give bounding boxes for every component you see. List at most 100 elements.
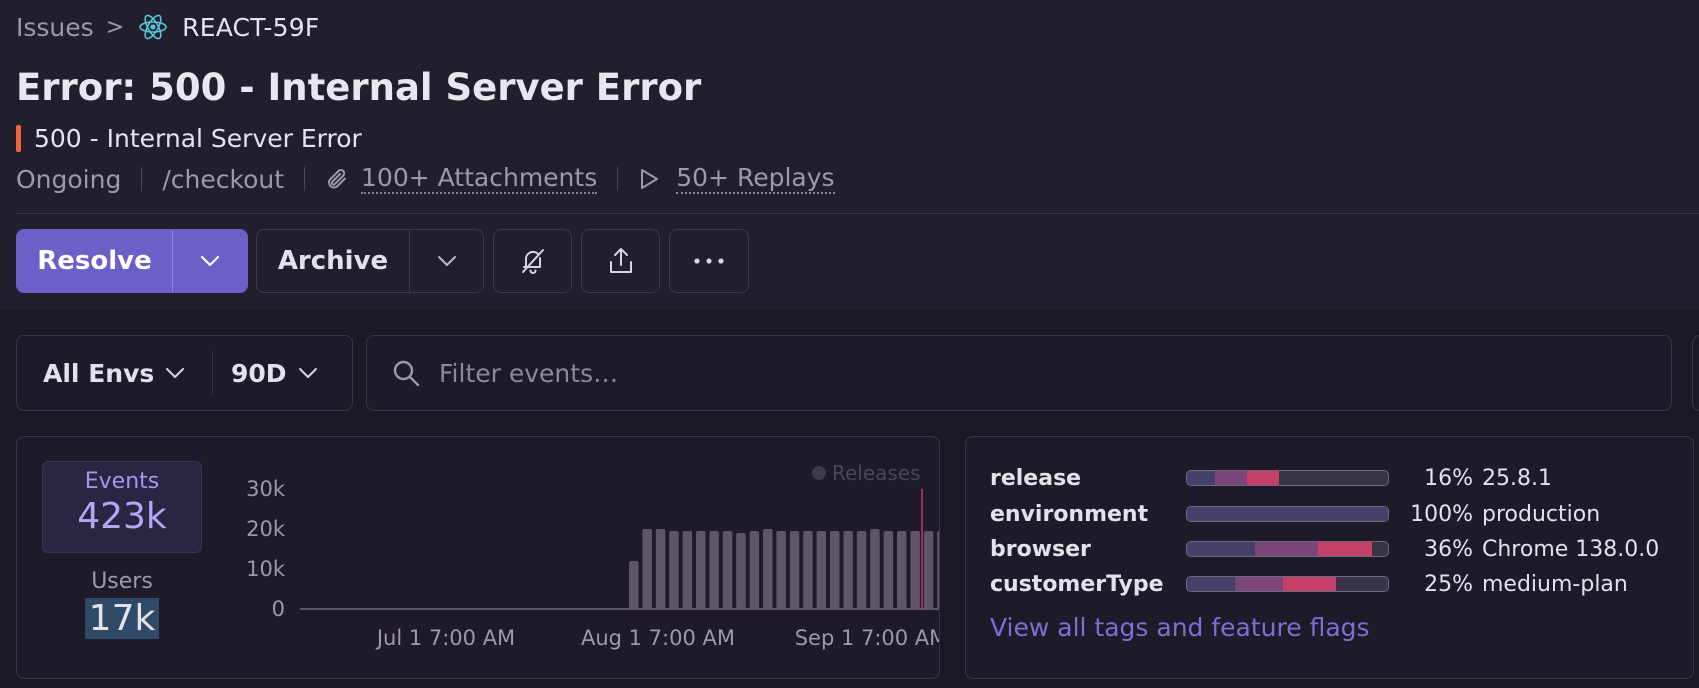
tags-summary-card: release 16% 25.8.1 environment 100% productio…	[965, 436, 1694, 679]
tag-row-browser[interactable]: browser 36% Chrome 138.0.0	[990, 534, 1659, 564]
search-input[interactable]	[439, 358, 1539, 388]
tag-name: environment	[990, 501, 1149, 527]
period-label: 90D	[231, 358, 287, 388]
issue-message: 500 - Internal Server Error	[16, 121, 362, 155]
chart-bar	[749, 531, 760, 609]
breadcrumb: Issues > REACT-59F	[16, 10, 319, 44]
chevron-down-icon	[200, 255, 220, 267]
chart-bar	[696, 531, 706, 609]
chart-bar	[923, 531, 934, 609]
tag-row-release[interactable]: release 16% 25.8.1	[990, 463, 1552, 493]
chart-bar	[803, 531, 813, 609]
y-tick-label: 0	[272, 597, 285, 621]
period-dropdown[interactable]: 90D	[213, 336, 319, 410]
issue-message-text: 500 - Internal Server Error	[34, 123, 362, 153]
y-tick-label: 30k	[246, 477, 286, 501]
replays-link[interactable]: 50+ Replays	[676, 164, 835, 194]
share-icon	[609, 248, 632, 273]
issue-meta: Ongoing /checkout 100+ Attachments 50+ R…	[16, 161, 835, 197]
view-all-tags-link[interactable]: View all tags and feature flags	[990, 613, 1370, 642]
meta-divider	[141, 167, 143, 191]
chart-bar	[655, 529, 666, 609]
chevron-down-icon	[166, 368, 185, 378]
breadcrumb-issues-link[interactable]: Issues	[16, 13, 94, 42]
chart-bar	[776, 531, 786, 609]
tag-top-value: medium-plan	[1482, 571, 1628, 597]
chart-bar	[937, 531, 939, 609]
x-tick-label: Jul 1 7:00 AM	[375, 626, 515, 650]
chart-bar	[682, 531, 693, 609]
search-icon	[391, 358, 421, 388]
paperclip-icon	[325, 167, 349, 191]
resolve-button[interactable]: Resolve	[17, 230, 173, 292]
releases-legend-dot	[812, 466, 826, 480]
tag-distribution-bar[interactable]	[1186, 541, 1389, 557]
tag-bar-segment	[1283, 577, 1336, 591]
archive-button[interactable]: Archive	[257, 230, 410, 292]
tag-name: customerType	[990, 571, 1164, 597]
tag-top-value: Chrome 138.0.0	[1482, 536, 1660, 562]
tag-bar-segment	[1255, 542, 1318, 556]
y-tick-label: 10k	[246, 557, 286, 581]
environment-period-selector: All Envs 90D	[16, 335, 353, 411]
tag-distribution-bar[interactable]	[1186, 470, 1389, 486]
chart-bar	[722, 531, 733, 609]
x-tick-label: Aug 1 7:00 AM	[581, 626, 735, 650]
header-divider	[16, 213, 1699, 214]
resolve-button-group: Resolve	[16, 229, 248, 293]
tag-distribution-bar[interactable]	[1186, 506, 1389, 522]
status-label: Ongoing	[16, 164, 122, 194]
attachments-link[interactable]: 100+ Attachments	[361, 164, 598, 194]
tag-row-customerType[interactable]: customerType 25% medium-plan	[990, 569, 1628, 599]
tag-bar-segment	[1187, 542, 1256, 556]
breadcrumb-issue-id[interactable]: REACT-59F	[182, 13, 319, 42]
chart-bar	[763, 529, 773, 609]
mute-button[interactable]	[493, 229, 572, 293]
x-tick-label: Sep 1 7:00 AM	[795, 626, 940, 650]
environment-dropdown[interactable]: All Envs	[17, 351, 213, 395]
tag-percentage: 16%	[1424, 465, 1473, 491]
tag-bar-segment	[1187, 471, 1216, 485]
tag-percentage: 25%	[1424, 571, 1473, 597]
chevron-down-icon	[437, 256, 456, 266]
tag-name: browser	[990, 536, 1091, 562]
chart-bar	[870, 529, 880, 609]
tag-bar-segment	[1215, 471, 1248, 485]
chart-bar	[669, 531, 679, 609]
environment-label: All Envs	[43, 358, 155, 388]
resolve-options-dropdown[interactable]	[173, 230, 247, 292]
tag-row-environment[interactable]: environment 100% production	[990, 499, 1600, 529]
chart-bar	[789, 531, 800, 609]
tag-percentage: 36%	[1424, 536, 1473, 562]
tag-bar-segment	[1187, 577, 1236, 591]
issue-header: Issues > REACT-59F Error: 500 - Internal…	[0, 0, 1699, 310]
tag-percentage: 100%	[1410, 501, 1473, 527]
y-tick-label: 20k	[246, 517, 286, 541]
chart-bar	[642, 529, 652, 609]
chart-bar	[830, 531, 840, 609]
chevron-down-icon	[298, 368, 317, 378]
chart-bar	[843, 531, 853, 609]
culprit-label: /checkout	[162, 164, 285, 194]
share-button[interactable]	[581, 229, 660, 293]
play-icon	[638, 167, 660, 191]
overflow-control[interactable]	[1692, 335, 1699, 411]
breadcrumb-separator: >	[105, 14, 125, 40]
error-level-indicator	[16, 124, 21, 152]
event-search	[366, 335, 1672, 411]
tag-name: release	[990, 465, 1082, 491]
chart-bar	[736, 533, 746, 609]
tag-distribution-bar[interactable]	[1186, 576, 1389, 592]
tag-top-value: 25.8.1	[1482, 465, 1552, 491]
tag-bar-segment	[1317, 542, 1372, 556]
more-actions-button[interactable]	[669, 229, 749, 293]
releases-legend-label: Releases	[832, 461, 921, 485]
archive-button-group: Archive	[256, 229, 484, 293]
events-bar-chart[interactable]: Releases 30k 20k 10k 0 Jul 1 7:00 AM Aug 1 7:0…	[17, 437, 940, 679]
tag-bar-segment	[1247, 471, 1280, 485]
archive-options-dropdown[interactable]	[410, 230, 483, 292]
react-icon	[138, 12, 168, 42]
bell-off-icon	[521, 249, 544, 274]
chart-bar	[709, 531, 719, 609]
tag-bar-segment	[1235, 577, 1284, 591]
